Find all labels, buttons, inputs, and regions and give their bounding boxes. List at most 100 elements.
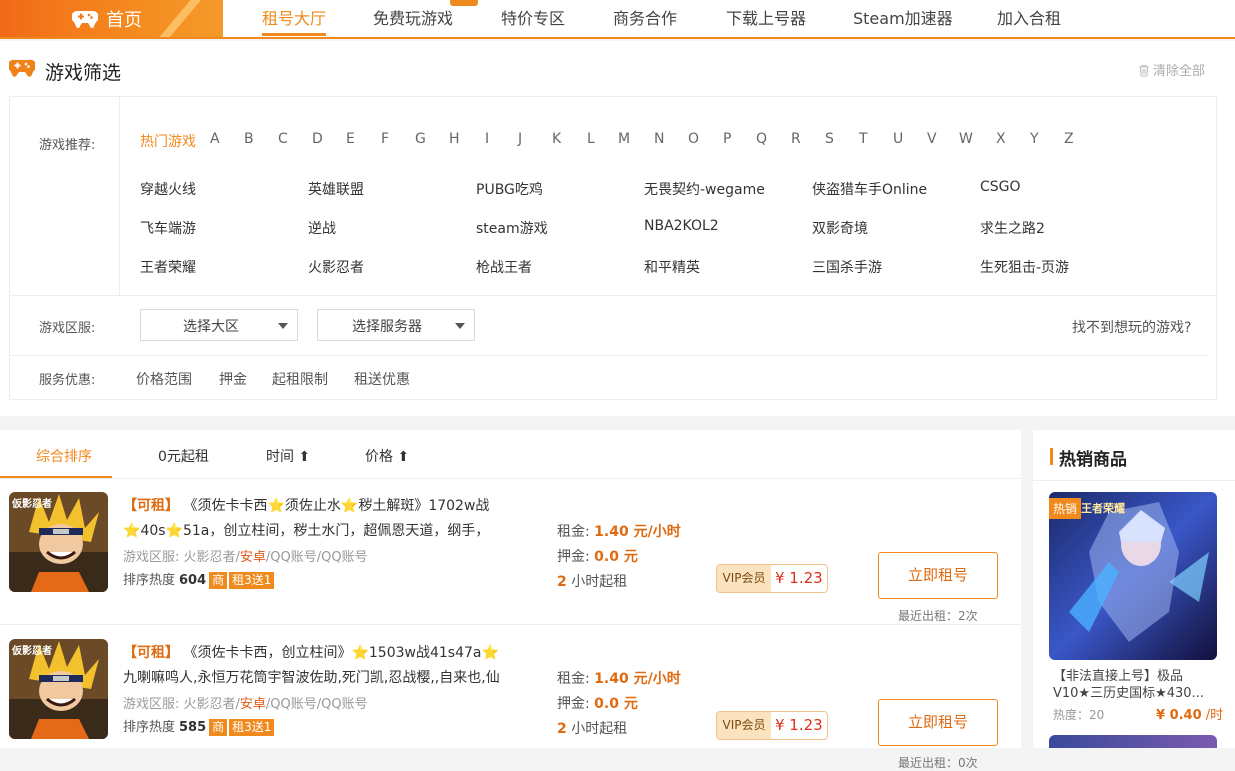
- merchant-badge: 商: [209, 572, 228, 589]
- game-link[interactable]: 和平精英: [644, 257, 700, 277]
- game-link[interactable]: 王者荣耀: [140, 257, 196, 277]
- filter-letter-t[interactable]: T: [859, 131, 868, 147]
- listing-title-line2[interactable]: 九喇嘛鸣人,永恒万花筒宇智波佐助,死门凯,忍战樱,,自来也,仙: [123, 667, 500, 687]
- filter-letter-q[interactable]: Q: [756, 131, 767, 147]
- filter-letter-k[interactable]: K: [552, 131, 561, 147]
- filter-letter-p[interactable]: P: [723, 131, 731, 147]
- game-link[interactable]: 生死狙击-页游: [980, 257, 1069, 277]
- nav-item-steam-accelerator[interactable]: Steam加速器: [853, 5, 953, 29]
- nav-new-badge: [450, 0, 478, 6]
- service-min-rent[interactable]: 起租限制: [272, 369, 328, 389]
- nav-active-underline: [262, 33, 326, 36]
- nav-item-free-play[interactable]: 免费玩游戏: [373, 5, 453, 29]
- nav-item-download[interactable]: 下载上号器: [726, 5, 806, 29]
- nav-item-business[interactable]: 商务合作: [613, 5, 677, 29]
- filter-letter-x[interactable]: X: [996, 131, 1006, 147]
- listing-title[interactable]: 【可租】 《须佐卡卡西，创立柱间》⭐1503w战41s47a⭐: [123, 642, 499, 662]
- service-price-range[interactable]: 价格范围: [136, 369, 192, 389]
- game-link[interactable]: 穿越火线: [140, 179, 196, 199]
- nav-item-rent-hall[interactable]: 租号大厅: [262, 5, 326, 29]
- filter-letter-f[interactable]: F: [381, 131, 389, 147]
- rent-now-button[interactable]: 立即租号: [878, 699, 998, 746]
- filter-letter-b[interactable]: B: [244, 131, 254, 147]
- cant-find-game-link[interactable]: 找不到想玩的游戏?: [1072, 317, 1191, 337]
- rent-now-button[interactable]: 立即租号: [878, 552, 998, 599]
- game-link[interactable]: 飞车端游: [140, 218, 196, 238]
- game-link[interactable]: 求生之路2: [980, 218, 1045, 238]
- hot-product-name[interactable]: 【非法直接上号】极品V10★三历史国标★430...: [1053, 668, 1215, 702]
- game-link[interactable]: steam游戏: [476, 218, 548, 238]
- filter-letter-z[interactable]: Z: [1064, 131, 1074, 147]
- filter-letter-m[interactable]: M: [618, 131, 630, 147]
- min-hours-value: 2: [557, 721, 567, 737]
- listing-title-line2[interactable]: ⭐40s⭐51a，创立柱间，秽土水门，超佩恩天道，纲手，: [123, 520, 489, 540]
- deposit: 押金: 0.0 元: [557, 693, 638, 713]
- filter-letter-d[interactable]: D: [312, 131, 323, 147]
- clear-all-button[interactable]: 清除全部: [1138, 60, 1205, 79]
- game-link[interactable]: 双影奇境: [812, 218, 868, 238]
- star-icon: ⭐: [340, 498, 359, 514]
- filter-letter-o[interactable]: O: [688, 131, 699, 147]
- game-link[interactable]: CSGO: [980, 179, 1021, 195]
- title-part: 《须佐卡卡西，创立柱间》: [183, 645, 352, 661]
- title-part: 40s: [140, 523, 166, 539]
- hot-product-next-image[interactable]: [1049, 735, 1217, 748]
- filter-letter-i[interactable]: I: [485, 131, 489, 147]
- filter-letter-w[interactable]: W: [959, 131, 973, 147]
- home-nav-button[interactable]: 首页: [0, 0, 223, 37]
- sort-tab-zero-start[interactable]: 0元起租: [158, 446, 209, 466]
- filter-letter-y[interactable]: Y: [1030, 131, 1039, 147]
- sort-tab-price[interactable]: 价格 ⬆: [365, 446, 409, 466]
- listing-thumbnail[interactable]: 仮影忍者: [9, 639, 108, 739]
- star-icon: ⭐: [165, 523, 183, 539]
- title-part: 51a，创立柱间，秽土水门，超佩恩天道，纲手，: [182, 523, 490, 539]
- filter-letter-v[interactable]: V: [927, 131, 937, 147]
- region-select[interactable]: 选择大区: [140, 309, 298, 341]
- hot-product-image[interactable]: 热销 王者荣耀: [1049, 492, 1217, 660]
- game-link[interactable]: 枪战王者: [476, 257, 532, 277]
- listing-title[interactable]: 【可租】 《须佐卡卡西⭐须佐止水⭐秽土解斑》1702w战: [123, 495, 489, 515]
- game-link[interactable]: 逆战: [308, 218, 336, 238]
- sort-tab-overall[interactable]: 综合排序: [36, 446, 92, 466]
- filter-hot-games[interactable]: 热门游戏: [140, 131, 196, 151]
- listing-heat: 排序热度 604 商租3送1: [123, 569, 276, 589]
- filter-letter-n[interactable]: N: [654, 131, 664, 147]
- game-link[interactable]: PUBG吃鸡: [476, 179, 543, 199]
- filter-letter-u[interactable]: U: [893, 131, 903, 147]
- filter-letter-l[interactable]: L: [587, 131, 595, 147]
- deposit-label: 押金:: [557, 696, 590, 712]
- listing-thumbnail[interactable]: 仮影忍者: [9, 492, 108, 592]
- vip-price: ¥ 1.23: [775, 716, 823, 734]
- game-link[interactable]: 无畏契约-wegame: [644, 179, 765, 199]
- filter-letter-j[interactable]: J: [518, 131, 522, 147]
- sort-tab-time[interactable]: 时间 ⬆: [266, 446, 310, 466]
- filter-letter-c[interactable]: C: [278, 131, 288, 147]
- filter-letter-h[interactable]: H: [449, 131, 460, 147]
- promo-badge: 租3送1: [229, 572, 275, 589]
- star-icon: ⭐: [351, 645, 369, 661]
- service-label: 服务优惠:: [39, 373, 96, 388]
- server-info-label: 游戏区服:: [123, 550, 184, 565]
- filter-letter-e[interactable]: E: [346, 131, 355, 147]
- filter-letter-r[interactable]: R: [791, 131, 801, 147]
- game-server-label: 游戏区服:: [39, 321, 96, 336]
- title-part: 秽土解斑》1702w战: [358, 498, 490, 514]
- heat-value: 604: [179, 573, 207, 588]
- filter-letter-g[interactable]: G: [415, 131, 426, 147]
- game-link[interactable]: 英雄联盟: [308, 179, 364, 199]
- game-link[interactable]: 火影忍者: [308, 257, 364, 277]
- filter-letter-a[interactable]: A: [210, 131, 220, 147]
- service-rent-bonus[interactable]: 租送优惠: [354, 369, 410, 389]
- trash-icon: [1139, 65, 1149, 77]
- nav-item-special-offers[interactable]: 特价专区: [501, 5, 565, 29]
- server-info-label: 游戏区服:: [123, 697, 184, 712]
- game-link[interactable]: 侠盗猎车手Online: [812, 179, 927, 199]
- game-link[interactable]: NBA2KOL2: [644, 218, 719, 234]
- server-select[interactable]: 选择服务器: [317, 309, 475, 341]
- deposit-value: 0.0 元: [594, 549, 638, 565]
- service-deposit[interactable]: 押金: [219, 369, 247, 389]
- filter-letter-s[interactable]: S: [825, 131, 834, 147]
- game-link[interactable]: 三国杀手游: [812, 257, 882, 277]
- nav-item-join-share[interactable]: 加入合租: [997, 5, 1061, 29]
- game-filter-panel: 游戏筛选 清除全部 游戏推荐: 热门游戏 A B C D E F G H I J…: [0, 41, 1235, 416]
